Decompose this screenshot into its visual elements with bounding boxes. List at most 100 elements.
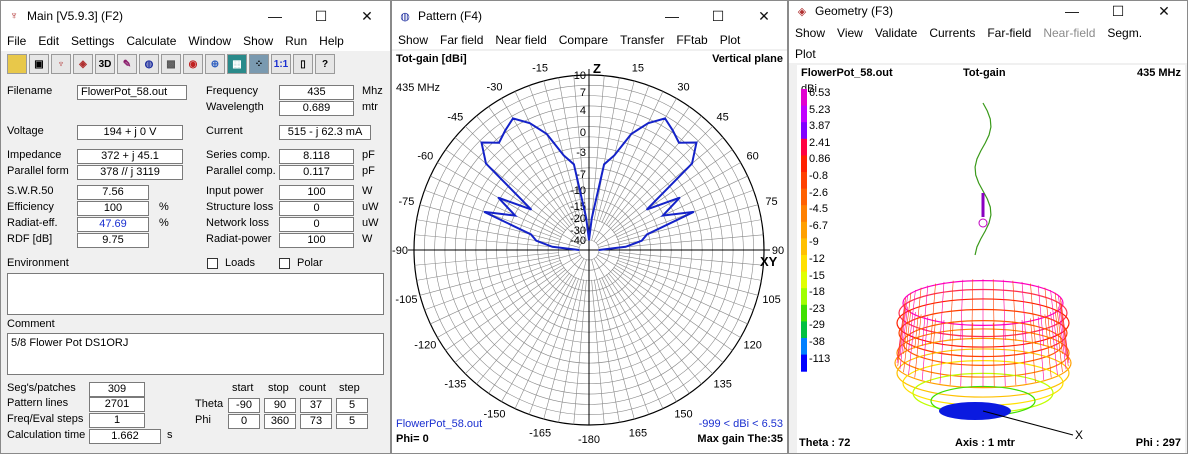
efficiency-field[interactable]: 100 (77, 201, 149, 216)
theta-start-field[interactable]: -90 (228, 398, 260, 413)
voltage-field[interactable]: 194 + j 0 V (77, 125, 183, 140)
geometry-window: ◈ Geometry (F3) — ☐ ✕ Show View Validate… (788, 0, 1188, 454)
menu-help[interactable]: Help (313, 34, 350, 48)
angle-label: 135 (713, 379, 731, 391)
menu-calculate[interactable]: Calculate (120, 34, 182, 48)
segment-icon[interactable]: ⁘ (249, 54, 269, 74)
rdf-field[interactable]: 9.75 (77, 233, 149, 248)
calc-time-field[interactable]: 1.662 (89, 429, 161, 444)
menu-run[interactable]: Run (279, 34, 313, 48)
input-power-field[interactable]: 100 (279, 185, 354, 200)
scale-label: -29 (809, 319, 825, 332)
open-folder-icon[interactable] (7, 54, 27, 74)
close-button[interactable]: ✕ (1141, 1, 1187, 21)
geometry-titlebar: ◈ Geometry (F3) — ☐ ✕ (789, 1, 1187, 21)
menu-view[interactable]: View (831, 26, 869, 40)
menu-show[interactable]: Show (789, 26, 831, 40)
close-button[interactable]: ✕ (344, 1, 390, 31)
phi-stop-field[interactable]: 360 (264, 414, 296, 429)
theta-count-field[interactable]: 37 (300, 398, 332, 413)
segs-field[interactable]: 309 (89, 382, 145, 397)
gain-point (588, 239, 590, 241)
menu-show[interactable]: Show (237, 34, 279, 48)
pattern-canvas[interactable]: Tot-gain [dBi] Vertical plane 435 MHz -1… (392, 51, 787, 453)
gain-point (662, 214, 664, 217)
radiat-eff-field[interactable]: 47.69 (77, 217, 149, 232)
copy-icon[interactable]: ▣ (29, 54, 49, 74)
phi-step-field[interactable]: 5 (336, 414, 368, 429)
current-field[interactable]: 515 - j 62.3 mA (279, 125, 371, 140)
maximize-button[interactable]: ☐ (298, 1, 344, 31)
scale-label: -18 (809, 286, 825, 299)
impedance-field[interactable]: 372 + j 45.1 (77, 149, 183, 164)
menu-near-field[interactable]: Near field (489, 33, 552, 47)
calculator-icon[interactable]: ▦ (227, 54, 247, 74)
minimize-button[interactable]: — (649, 1, 695, 31)
menu-compare[interactable]: Compare (553, 33, 614, 47)
series-comp-field[interactable]: 8.118 (279, 149, 354, 164)
menu-show[interactable]: Show (392, 33, 434, 47)
ratio-icon[interactable]: 1:1 (271, 54, 291, 74)
antenna-icon[interactable]: ♆ (51, 54, 71, 74)
network-loss-field[interactable]: 0 (279, 217, 354, 232)
target-icon[interactable]: ◉ (183, 54, 203, 74)
menu-far-field[interactable]: Far field (434, 33, 489, 47)
globe-icon[interactable]: ◍ (139, 54, 159, 74)
structure-loss-field[interactable]: 0 (279, 201, 354, 216)
parallel-form-field[interactable]: 378 // j 3119 (77, 165, 183, 180)
gain-point (573, 163, 575, 166)
scale-label: 2.41 (809, 136, 831, 149)
gain-point (551, 245, 554, 248)
pattern-lines-field[interactable]: 2701 (89, 397, 145, 412)
menu-currents[interactable]: Currents (923, 26, 981, 40)
frequency-field[interactable]: 435 (279, 85, 354, 100)
parallel-comp-field[interactable]: 0.117 (279, 165, 354, 180)
edit-icon[interactable]: ✎ (117, 54, 137, 74)
environment-area[interactable] (7, 273, 384, 315)
wavelength-field[interactable]: 0.689 (279, 101, 354, 116)
3d-icon[interactable]: 3D (95, 54, 115, 74)
menu-segm[interactable]: Segm. (1101, 26, 1148, 40)
3d-view-icon[interactable]: ◈ (73, 54, 93, 74)
minimize-button[interactable]: — (252, 1, 298, 31)
antenna-wire (974, 102, 992, 256)
menu-plot[interactable]: Plot (789, 47, 822, 61)
freq-steps-field[interactable]: 1 (89, 413, 145, 428)
maximize-button[interactable]: ☐ (695, 1, 741, 31)
menu-far-field[interactable]: Far-field (981, 26, 1037, 40)
menu-fftab[interactable]: FFtab (670, 33, 713, 47)
theta-step-field[interactable]: 5 (336, 398, 368, 413)
menu-near-field[interactable]: Near-field (1037, 26, 1101, 40)
theta-stop-field[interactable]: 90 (264, 398, 296, 413)
filename-field[interactable]: FlowerPot_58.out (77, 85, 187, 100)
angle-label: -120 (414, 340, 436, 352)
comment-area[interactable]: 5/8 Flower Pot DS1ORJ (7, 333, 384, 375)
polar-checkbox[interactable] (279, 258, 290, 269)
minimize-button[interactable]: — (1049, 1, 1095, 21)
swr-field[interactable]: 7.56 (77, 185, 149, 200)
phi-start-field[interactable]: 0 (228, 414, 260, 429)
radiat-power-field[interactable]: 100 (279, 233, 354, 248)
gain-point (671, 129, 674, 132)
close-button[interactable]: ✕ (741, 1, 787, 31)
help-icon[interactable]: ? (315, 54, 335, 74)
phi-count-field[interactable]: 73 (300, 414, 332, 429)
menu-validate[interactable]: Validate (869, 26, 923, 40)
menu-transfer[interactable]: Transfer (614, 33, 670, 47)
series-comp-unit: pF (362, 149, 375, 161)
menu-window[interactable]: Window (182, 34, 237, 48)
geometry-canvas[interactable]: FlowerPot_58.out Tot-gain 435 MHz dBi X … (797, 65, 1185, 453)
ring-value-label: 4 (580, 105, 586, 117)
wavelength-label: Wavelength (206, 101, 264, 113)
menu-settings[interactable]: Settings (65, 34, 120, 48)
globe2-icon[interactable]: ⊕ (205, 54, 225, 74)
phi-label: Phi (195, 414, 211, 426)
menu-edit[interactable]: Edit (32, 34, 65, 48)
menu-plot[interactable]: Plot (714, 33, 747, 47)
loads-checkbox[interactable] (207, 258, 218, 269)
maximize-button[interactable]: ☐ (1095, 1, 1141, 21)
pattern-icon[interactable]: ▩ (161, 54, 181, 74)
gain-point (647, 122, 649, 124)
book-icon[interactable]: ▯ (293, 54, 313, 74)
menu-file[interactable]: File (1, 34, 32, 48)
